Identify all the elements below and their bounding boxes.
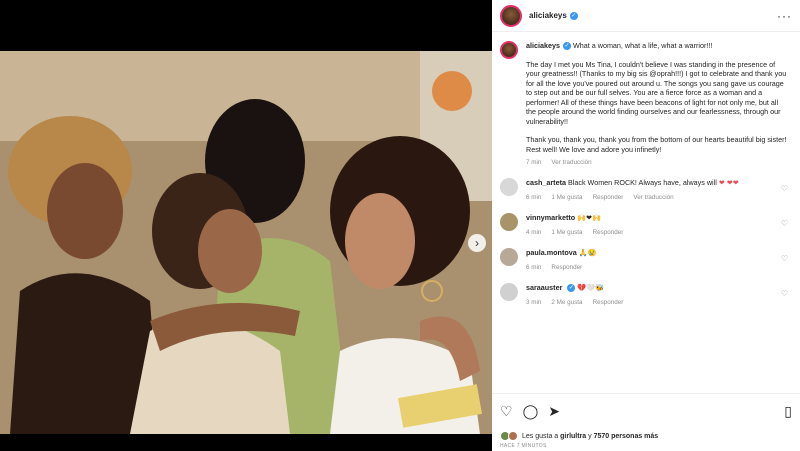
comment-time: 6 min — [526, 194, 542, 201]
heart-icon[interactable]: ♡ — [500, 404, 513, 418]
post-age: HACE 7 MINUTOS — [500, 443, 547, 449]
caption-line-2: The day I met you Ms Tina, I couldn't be… — [526, 59, 787, 126]
comment-emoji: 🙌❤🙌 — [577, 212, 602, 222]
reply-button[interactable]: Responder — [593, 228, 624, 238]
share-icon[interactable]: ➤ — [548, 404, 560, 418]
commenter-avatar[interactable] — [500, 212, 518, 231]
caption: aliciakeys ✓ What a woman, what a life, w… — [500, 41, 790, 168]
verified-badge-icon: ✓ — [562, 42, 571, 51]
bookmark-icon[interactable]: ▯ — [784, 404, 792, 418]
post-header: aliciakeys ✓ ··· — [492, 0, 800, 32]
caption-avatar[interactable] — [500, 41, 518, 59]
heart-icon[interactable]: ♡ — [781, 184, 788, 193]
caption-text: aliciakeys ✓ What a woman, what a life, w… — [526, 41, 790, 168]
caption-line-1: What a woman, what a life, what a warrio… — [572, 41, 713, 50]
comment-likes[interactable]: 1 Me gusta — [551, 193, 582, 203]
commenter-username[interactable]: cash_arteta — [526, 178, 566, 187]
commenter-username[interactable]: vinnymarketto — [526, 213, 575, 222]
photo-illustration — [0, 51, 492, 434]
see-translation-link[interactable]: Ver traducción — [633, 193, 673, 203]
heart-icon[interactable]: ♡ — [781, 219, 788, 228]
comment-icon[interactable]: ◯ — [523, 404, 539, 418]
post-sidebar: aliciakeys ✓ ··· aliciakeys ✓ What a woma… — [492, 0, 800, 451]
see-translation-link[interactable]: Ver traducción — [551, 158, 591, 168]
verified-badge-icon: ✓ — [569, 11, 578, 20]
comment-time: 3 min — [526, 299, 542, 306]
comment-emoji: 💔🤍🐝 — [577, 282, 605, 292]
caption-time: 7 min — [526, 159, 542, 166]
comment-item: paula.montova 🙏😢 6 min Responder ♡ — [500, 247, 790, 273]
caption-line-3: Thank you, thank you, thank you from the… — [526, 135, 787, 154]
comments-scroll[interactable]: aliciakeys ✓ What a woman, what a life, w… — [492, 33, 800, 393]
commenter-avatar[interactable] — [500, 247, 518, 266]
post-photo[interactable]: › — [0, 51, 492, 434]
comment-item: cash_arteta Black Women ROCK! Always hav… — [500, 177, 790, 203]
post-actions: ♡ ◯ ➤ ▯ — [492, 393, 800, 427]
commenter-username[interactable]: saraauster — [526, 283, 562, 292]
comment-item: vinnymarketto 🙌❤🙌 4 min 1 Me gusta Respo… — [500, 212, 790, 238]
liker-avatar — [508, 431, 518, 441]
next-image-button[interactable]: › — [468, 234, 486, 252]
comment-item: saraauster ✓ 💔🤍🐝 3 min 2 Me gusta Respon… — [500, 282, 790, 308]
author-username[interactable]: aliciakeys — [529, 11, 567, 20]
comment-time: 6 min — [526, 264, 542, 271]
media-pane: › — [0, 0, 492, 451]
commenter-avatar[interactable] — [500, 282, 518, 301]
likes-prefix: Les gusta a — [522, 432, 561, 440]
comment-likes[interactable]: 2 Me gusta — [551, 298, 582, 308]
likes-summary: Les gusta a girlultra y 7570 personas má… — [500, 431, 658, 441]
comment-likes[interactable]: 1 Me gusta — [551, 228, 582, 238]
reply-button[interactable]: Responder — [593, 193, 624, 203]
comment-time: 4 min — [526, 229, 542, 236]
comment-emoji: 🙏😢 — [578, 247, 597, 257]
comment-emoji: ❤ ❤❤ — [718, 177, 739, 187]
heart-icon[interactable]: ♡ — [781, 289, 788, 298]
likes-count[interactable]: 7570 personas más — [594, 433, 659, 440]
likes-mid: y — [586, 432, 594, 440]
more-options-icon[interactable]: ··· — [777, 9, 792, 23]
reply-button[interactable]: Responder — [593, 298, 624, 308]
commenter-avatar[interactable] — [500, 177, 518, 196]
heart-icon[interactable]: ♡ — [781, 254, 788, 263]
comment-text: Black Women ROCK! Always have, always wi… — [567, 177, 717, 187]
caption-username[interactable]: aliciakeys — [526, 41, 560, 50]
liker-username[interactable]: girlultra — [560, 433, 586, 440]
chevron-right-icon: › — [475, 236, 479, 250]
verified-badge-icon: ✓ — [567, 283, 576, 292]
commenter-username[interactable]: paula.montova — [526, 248, 577, 257]
author-avatar[interactable] — [500, 4, 522, 27]
reply-button[interactable]: Responder — [551, 263, 582, 273]
